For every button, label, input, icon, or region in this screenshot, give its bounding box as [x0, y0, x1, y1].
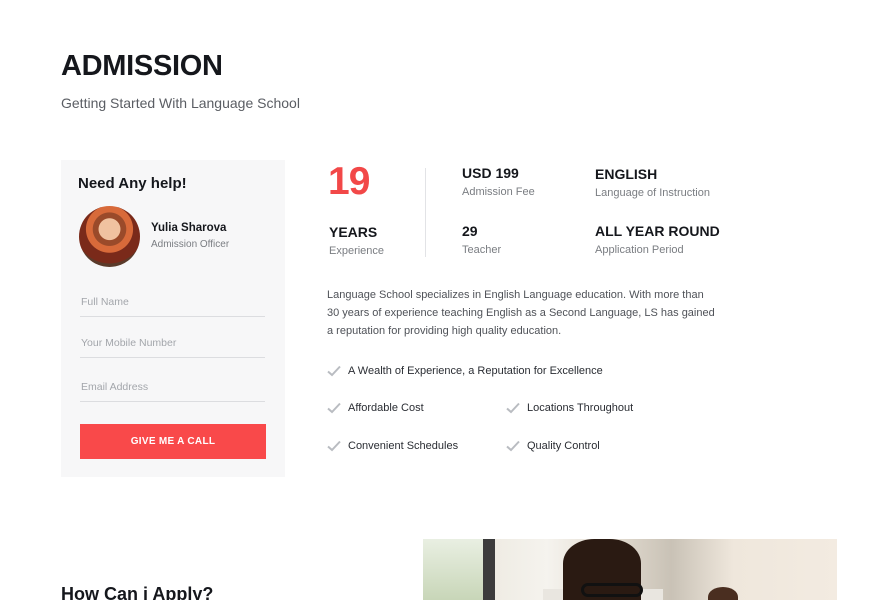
- stat-label: Application Period: [595, 244, 684, 256]
- feature-label: Convenient Schedules: [348, 440, 459, 452]
- help-card-title: Need Any help!: [78, 175, 187, 192]
- page-subtitle: Getting Started With Language School: [61, 95, 300, 111]
- stat-value: ALL YEAR ROUND: [595, 223, 720, 239]
- check-icon: [327, 440, 341, 452]
- stat-admission-fee: USD 199 Admission Fee: [462, 165, 535, 198]
- years-sublabel: Experience: [329, 245, 385, 257]
- photo-glasses: [581, 583, 643, 597]
- years-number: 19: [328, 160, 370, 203]
- feature-label: Affordable Cost: [348, 402, 424, 414]
- feature-item: Quality Control: [506, 440, 600, 452]
- mobile-number-input[interactable]: [80, 328, 265, 358]
- stat-label: Language of Instruction: [595, 187, 710, 199]
- stats-divider: [425, 168, 426, 257]
- check-icon: [327, 365, 341, 377]
- how-to-apply-heading: How Can i Apply?: [61, 584, 214, 600]
- feature-label: Quality Control: [527, 440, 600, 452]
- help-card: Need Any help! Yulia Sharova Admission O…: [61, 160, 285, 477]
- feature-label: Locations Throughout: [527, 402, 634, 414]
- feature-item: Convenient Schedules: [327, 440, 458, 452]
- stat-value: 29: [462, 223, 478, 239]
- page-title: ADMISSION: [61, 50, 223, 82]
- check-icon: [506, 440, 520, 452]
- stat-application-period: ALL YEAR ROUND Application Period: [595, 223, 720, 256]
- stat-teachers: 29 Teacher: [462, 223, 501, 256]
- check-icon: [327, 402, 341, 414]
- stat-label: Teacher: [462, 244, 502, 256]
- stat-language: ENGLISH Language of Instruction: [595, 166, 710, 199]
- feature-label: A Wealth of Experience, a Reputation for…: [348, 365, 603, 377]
- agent-role: Admission Officer: [151, 239, 230, 250]
- full-name-input[interactable]: [80, 287, 265, 317]
- email-address-input[interactable]: [80, 372, 265, 402]
- give-me-a-call-button[interactable]: GIVE ME A CALL: [80, 424, 266, 459]
- avatar: [79, 206, 140, 267]
- check-icon: [506, 402, 520, 414]
- feature-item: Affordable Cost: [327, 402, 424, 414]
- photo-person-2: [708, 587, 738, 600]
- years-label: YEARS: [329, 224, 378, 240]
- stat-value: USD 199: [462, 165, 519, 181]
- photo-window: [423, 539, 483, 600]
- agent-name: Yulia Sharova: [151, 222, 227, 234]
- photo-window-frame: [483, 539, 495, 600]
- stat-value: ENGLISH: [595, 166, 658, 182]
- students-photo: [423, 539, 837, 600]
- school-description: Language School specializes in English L…: [327, 289, 715, 337]
- feature-item: A Wealth of Experience, a Reputation for…: [327, 365, 603, 377]
- feature-item: Locations Throughout: [506, 402, 633, 414]
- stat-label: Admission Fee: [462, 186, 535, 198]
